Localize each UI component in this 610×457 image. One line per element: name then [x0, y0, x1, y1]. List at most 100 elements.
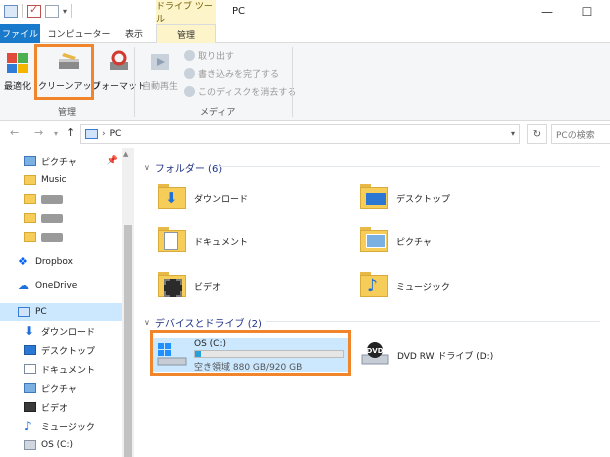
sidebar-item-pictures[interactable]: ピクチャ 📌 [0, 152, 122, 170]
back-arrow-icon[interactable]: ← [10, 126, 19, 139]
sidebar-item-label: OneDrive [35, 281, 78, 291]
folder-tile-downloads[interactable]: ⬇ ダウンロード [158, 183, 248, 213]
drive-icon [24, 440, 36, 450]
format-button[interactable]: フォーマット [92, 47, 146, 92]
sidebar-item-desktop[interactable]: デスクトップ [0, 341, 122, 359]
refresh-button[interactable]: ↻ [527, 124, 547, 144]
sidebar-item-pictures-pc[interactable]: ピクチャ [0, 379, 122, 397]
customize-toolbar-chevron-icon[interactable]: ▾ [63, 7, 67, 16]
sidebar-item-redacted[interactable] [0, 209, 122, 227]
scrollbar-thumb[interactable] [124, 225, 132, 457]
quick-access-toolbar: ▾ [4, 3, 73, 18]
sidebar-item-music-pc[interactable]: ♪ ミュージック [0, 417, 122, 435]
sidebar-item-documents[interactable]: ドキュメント [0, 360, 122, 378]
tab-manage[interactable]: 管理 [156, 24, 216, 44]
video-icon [24, 402, 36, 412]
drive-tools-context-label: ドライブ ツール [156, 0, 216, 25]
desktop-folder-icon [360, 183, 390, 213]
sidebar-item-downloads[interactable]: ⬇ ダウンロード [0, 322, 122, 340]
search-input[interactable]: PCの検索 [551, 124, 610, 144]
sidebar-item-label: ピクチャ [41, 157, 77, 168]
sidebar-item-dropbox[interactable]: ❖ Dropbox [0, 253, 122, 271]
eject-button[interactable]: 取り出す [184, 49, 234, 62]
format-label: フォーマット [92, 82, 147, 92]
explorer-icon[interactable] [4, 4, 18, 18]
group-label-manage: 管理 [58, 108, 77, 118]
folder-icon [24, 194, 36, 204]
pin-icon[interactable]: 📌 [107, 156, 118, 166]
erase-disc-button[interactable]: このディスクを消去する [184, 85, 296, 98]
folder-tile-music[interactable]: ♪ ミュージック [360, 271, 450, 301]
dvd-drive-icon: DVD [361, 342, 389, 365]
folder-tile-pictures[interactable]: ピクチャ [360, 226, 432, 256]
sidebar-item-label: Music [41, 175, 67, 185]
documents-folder-icon [158, 226, 188, 256]
sidebar-item-redacted[interactable] [0, 228, 122, 246]
download-arrow-icon: ⬇ [24, 324, 35, 338]
tile-label: ビデオ [194, 282, 222, 293]
autoplay-button[interactable]: 自動再生 [142, 47, 178, 92]
address-dropdown-icon[interactable]: ▾ [511, 129, 515, 138]
sidebar-item-redacted[interactable] [0, 190, 122, 208]
sidebar-item-label: ミュージック [41, 422, 95, 433]
breadcrumb[interactable]: PC [110, 129, 122, 139]
collapse-chevron-icon[interactable]: ∨ [144, 318, 150, 327]
optimize-icon [6, 53, 28, 73]
tile-label: デスクトップ [396, 194, 451, 205]
folders-section-header[interactable]: ∨ フォルダー (6) [144, 160, 222, 175]
redacted-label [41, 232, 63, 242]
pc-icon [85, 129, 98, 139]
up-arrow-icon[interactable]: ↑ [66, 126, 75, 139]
divider [216, 166, 600, 167]
sidebar-item-label: ダウンロード [41, 327, 96, 338]
address-row: ← → ▾ ↑ › PC ▾ ↻ PCの検索 [0, 121, 610, 147]
sidebar-item-music[interactable]: Music [0, 171, 122, 189]
sidebar-item-label: デスクトップ [41, 346, 96, 357]
content-pane: ∨ フォルダー (6) ⬇ ダウンロード デスクトップ ドキュメント ピクチャ [134, 148, 610, 457]
separator [22, 4, 23, 18]
maximize-icon[interactable]: ☐ [564, 2, 610, 22]
redacted-label [41, 194, 63, 204]
erase-disc-icon [184, 86, 195, 97]
optimize-label: 最適化 [4, 82, 32, 92]
devices-section-header[interactable]: ∨ デバイスとドライブ (2) [144, 315, 262, 330]
folder-tile-desktop[interactable]: デスクトップ [360, 183, 450, 213]
sidebar-item-label: OS (C:) [41, 440, 73, 450]
scroll-up-icon[interactable]: ▲ [123, 150, 128, 158]
drive-highlight-box [150, 330, 351, 376]
sidebar-item-pc[interactable]: PC [0, 303, 122, 321]
pc-icon [18, 307, 30, 317]
autoplay-label: 自動再生 [142, 82, 179, 92]
separator [71, 4, 73, 18]
dvd-drive-label[interactable]: DVD RW ドライブ (D:) [397, 349, 493, 362]
breadcrumb-chevron-icon[interactable]: › [102, 129, 106, 139]
redacted-label [41, 213, 63, 223]
sidebar-item-os-c[interactable]: OS (C:) [0, 436, 122, 454]
folder-tile-videos[interactable]: ビデオ [158, 271, 221, 301]
videos-folder-icon [158, 271, 188, 301]
sidebar-item-onedrive[interactable]: ☁ OneDrive [0, 277, 122, 295]
sidebar-item-videos[interactable]: ビデオ [0, 398, 122, 416]
ribbon: 最適化 クリーンアップ フォーマット 管理 自動再生 取り出す 書き込みを完了す… [0, 43, 610, 121]
tab-file[interactable]: ファイル [0, 24, 40, 43]
search-placeholder: PCの検索 [556, 130, 595, 141]
properties-icon[interactable] [27, 3, 41, 18]
recent-chevron-icon[interactable]: ▾ [54, 129, 58, 138]
pictures-icon [24, 383, 36, 393]
navigation-pane: ピクチャ 📌 Music ❖ Dropbox ☁ OneDrive PC ⬇ ダ… [0, 148, 134, 457]
forward-arrow-icon[interactable]: → [34, 126, 43, 139]
tab-computer[interactable]: コンピューター [44, 24, 114, 43]
group-separator [292, 47, 293, 117]
new-folder-icon[interactable] [45, 4, 59, 18]
finish-burning-button[interactable]: 書き込みを完了する [184, 67, 279, 80]
section-title: デバイスとドライブ (2) [154, 319, 262, 330]
sidebar-item-label: ビデオ [41, 403, 69, 414]
document-icon [24, 364, 36, 374]
folder-tile-documents[interactable]: ドキュメント [158, 226, 248, 256]
address-bar[interactable]: › PC [80, 124, 520, 144]
tab-view[interactable]: 表示 [116, 24, 152, 43]
divider [266, 321, 600, 322]
collapse-chevron-icon[interactable]: ∨ [144, 163, 150, 172]
optimize-button[interactable]: 最適化 [4, 47, 31, 92]
tile-label: ピクチャ [396, 237, 432, 248]
